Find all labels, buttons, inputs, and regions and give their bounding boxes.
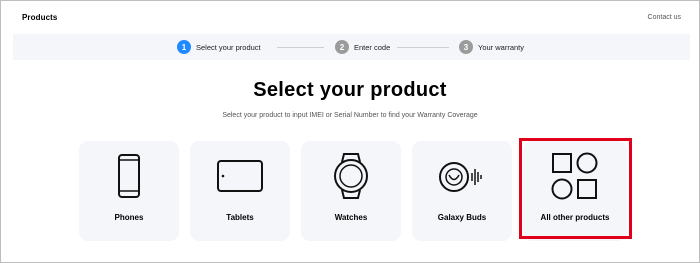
product-label-watches: Watches xyxy=(334,213,368,222)
step-number-2: 2 xyxy=(335,40,349,54)
step-number-3: 3 xyxy=(459,40,473,54)
selection-highlight-box xyxy=(519,138,632,239)
product-card-galaxy-buds[interactable]: Galaxy Buds xyxy=(412,141,512,241)
step-connector-2 xyxy=(397,47,449,48)
product-label-galaxy-buds: Galaxy Buds xyxy=(437,213,487,222)
page-subheading: Select your product to input IMEI or Ser… xyxy=(222,112,478,119)
product-card-tablets[interactable]: Tablets xyxy=(190,141,290,241)
watch-icon xyxy=(301,151,401,201)
step-select-product: 1 Select your product xyxy=(177,40,261,54)
step-number-1: 1 xyxy=(177,40,191,54)
top-bar: Products Contact us xyxy=(0,0,700,34)
page-brand-title: Products xyxy=(22,13,58,22)
step-connector-1 xyxy=(277,47,324,48)
product-label-phones: Phones xyxy=(114,213,144,222)
tablet-icon xyxy=(190,151,290,201)
product-card-watches[interactable]: Watches xyxy=(301,141,401,241)
step-your-warranty: 3 Your warranty xyxy=(459,40,524,54)
page-heading: Select your product xyxy=(253,79,447,101)
progress-stepper: 1 Select your product 2 Enter code 3 You… xyxy=(13,34,690,60)
earbuds-icon xyxy=(412,151,512,201)
product-card-phones[interactable]: Phones xyxy=(79,141,179,241)
contact-us-link[interactable]: Contact us xyxy=(648,14,681,21)
step-label-2: Enter code xyxy=(354,42,391,52)
product-label-tablets: Tablets xyxy=(226,213,254,222)
step-enter-code: 2 Enter code xyxy=(335,40,390,54)
step-label-3: Your warranty xyxy=(478,42,524,52)
step-label-1: Select your product xyxy=(196,42,261,52)
phone-icon xyxy=(79,151,179,201)
